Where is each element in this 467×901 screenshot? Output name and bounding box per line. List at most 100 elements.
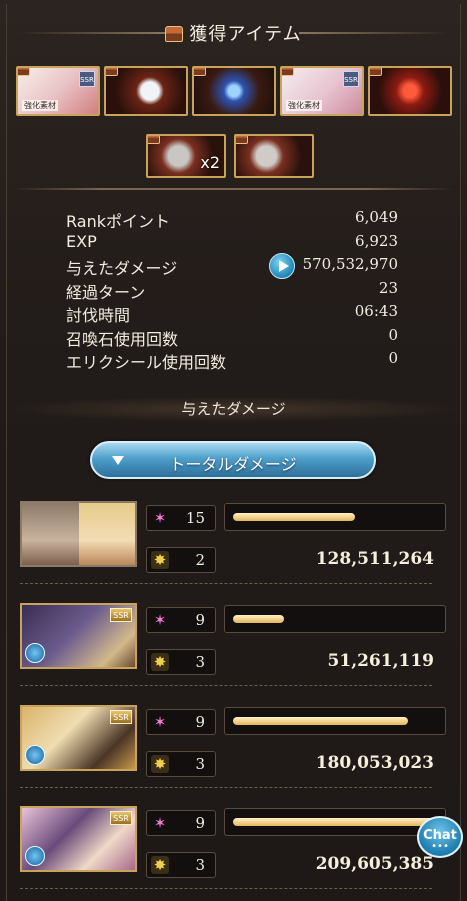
ougi-count: 3	[195, 856, 205, 874]
treasure-chest-icon	[194, 68, 206, 76]
ougi-count-box: ✸ 3	[146, 852, 216, 878]
item-tile[interactable]	[234, 134, 314, 178]
treasure-chest-icon	[18, 68, 30, 76]
hit-count-box: ✶ 9	[146, 607, 216, 633]
stat-label: EXP	[66, 231, 97, 251]
hit-count: 9	[195, 713, 205, 731]
character-portrait[interactable]: SSR	[20, 603, 137, 669]
ssr-badge: SSR	[110, 811, 132, 825]
hit-count-box: ✶ 9	[146, 810, 216, 836]
character-portrait[interactable]	[20, 501, 137, 567]
stat-value: 0	[388, 349, 398, 367]
item-tile[interactable]: SSR 強化素材	[16, 66, 100, 116]
damage-bar	[224, 503, 446, 531]
stat-label: 討伐時間	[66, 306, 131, 325]
material-tag: 強化素材	[22, 100, 58, 111]
damage-bar-fill	[233, 717, 409, 725]
portrait-left	[22, 503, 79, 565]
ougi-icon: ✸	[151, 653, 169, 671]
stat-time: 討伐時間 06:43	[66, 300, 400, 325]
items-title: 獲得アイテム	[0, 20, 467, 46]
damage-value: 51,261,119	[327, 651, 434, 671]
ougi-icon: ✸	[151, 551, 169, 569]
damage-value: 128,511,264	[315, 549, 434, 569]
stat-damage: 与えたダメージ 570,532,970	[66, 253, 400, 279]
character-row: SSR ✶ 9 ✸ 3 51,261,119	[20, 603, 446, 687]
ougi-icon: ✸	[151, 755, 169, 773]
rarity-badge: SSR	[343, 71, 359, 87]
item-tile[interactable]: x2	[146, 134, 226, 178]
row-separator	[20, 583, 432, 584]
item-image	[370, 68, 450, 114]
water-element-icon	[25, 846, 45, 866]
stat-value: 06:43	[354, 302, 398, 320]
item-tile[interactable]: SSR 強化素材	[280, 66, 364, 116]
damage-bar	[224, 707, 446, 735]
damage-bar	[224, 808, 446, 836]
stat-elixir-uses: エリクシール使用回数 0	[66, 347, 400, 372]
item-image	[106, 68, 186, 114]
rarity-badge: SSR	[79, 71, 95, 87]
sparkle-icon: ✶	[153, 814, 167, 832]
damage-value: 209,605,385	[315, 854, 434, 874]
sparkle-icon: ✶	[153, 611, 167, 629]
hit-count-box: ✶ 9	[146, 709, 216, 735]
stat-value: 6,049	[355, 208, 398, 226]
ougi-count: 2	[195, 551, 205, 569]
character-portrait[interactable]: SSR	[20, 806, 137, 872]
damage-bar-fill	[233, 818, 437, 826]
row-separator	[20, 787, 432, 788]
stat-label: 召喚石使用回数	[66, 329, 179, 349]
stat-rank-points: Rankポイント 6,049	[66, 206, 400, 231]
row-separator	[20, 888, 432, 889]
damage-bar-fill	[233, 615, 284, 623]
items-header: 獲得アイテム	[0, 10, 467, 54]
ssr-badge: SSR	[110, 608, 132, 622]
chat-dots: •••	[431, 841, 449, 852]
stat-turns: 経過ターン 23	[66, 277, 400, 302]
total-damage-label: トータルダメージ	[169, 455, 297, 474]
item-tile[interactable]	[104, 66, 188, 116]
ougi-count: 3	[195, 653, 205, 671]
stat-label: 与えたダメージ	[66, 259, 178, 278]
water-element-icon	[25, 745, 45, 765]
item-image	[194, 68, 274, 114]
damage-value: 180,053,023	[315, 753, 434, 773]
item-tile[interactable]	[192, 66, 276, 116]
ssr-badge: SSR	[110, 710, 132, 724]
portrait-right	[78, 503, 135, 565]
divider	[14, 188, 453, 190]
sparkle-icon: ✶	[153, 509, 167, 527]
treasure-chest-icon	[236, 136, 248, 144]
ougi-count: 3	[195, 755, 205, 773]
damage-bar-fill	[233, 513, 356, 521]
hit-count: 15	[185, 509, 205, 527]
item-list-row2: x2	[146, 134, 316, 178]
treasure-chest-icon	[165, 26, 184, 42]
material-tag: 強化素材	[286, 100, 322, 111]
character-portrait[interactable]: SSR	[20, 705, 137, 771]
row-separator	[20, 685, 432, 686]
damage-bar	[224, 605, 446, 633]
item-quantity: x2	[200, 153, 220, 172]
result-panel: 獲得アイテム SSR 強化素材 SSR 強化素材 x2 Rankポイント 6,0…	[0, 0, 467, 901]
water-element-icon	[25, 643, 45, 663]
total-damage-button[interactable]: トータルダメージ	[90, 441, 376, 479]
character-row: ✶ 15 ✸ 2 128,511,264	[20, 501, 446, 585]
stat-label: Rankポイント	[66, 212, 170, 231]
battle-stats: Rankポイント 6,049 EXP 6,923 与えたダメージ 570,532,97…	[66, 206, 400, 372]
stat-value: 6,923	[355, 231, 398, 250]
stat-value: 23	[378, 278, 398, 297]
character-row: SSR ✶ 9 ✸ 3 180,053,023	[20, 705, 446, 789]
chat-button[interactable]: Chat •••	[417, 816, 463, 858]
item-list: SSR 強化素材 SSR 強化素材	[16, 66, 452, 118]
treasure-chest-icon	[106, 68, 118, 76]
ougi-count-box: ✸ 2	[146, 547, 216, 573]
damage-section-title: 与えたダメージ	[0, 396, 467, 422]
treasure-chest-icon	[370, 68, 382, 76]
treasure-chest-icon	[148, 136, 160, 144]
play-icon[interactable]	[269, 253, 295, 279]
hit-count: 9	[195, 611, 205, 629]
stat-label: エリクシール使用回数	[66, 353, 227, 372]
item-tile[interactable]	[368, 66, 452, 116]
